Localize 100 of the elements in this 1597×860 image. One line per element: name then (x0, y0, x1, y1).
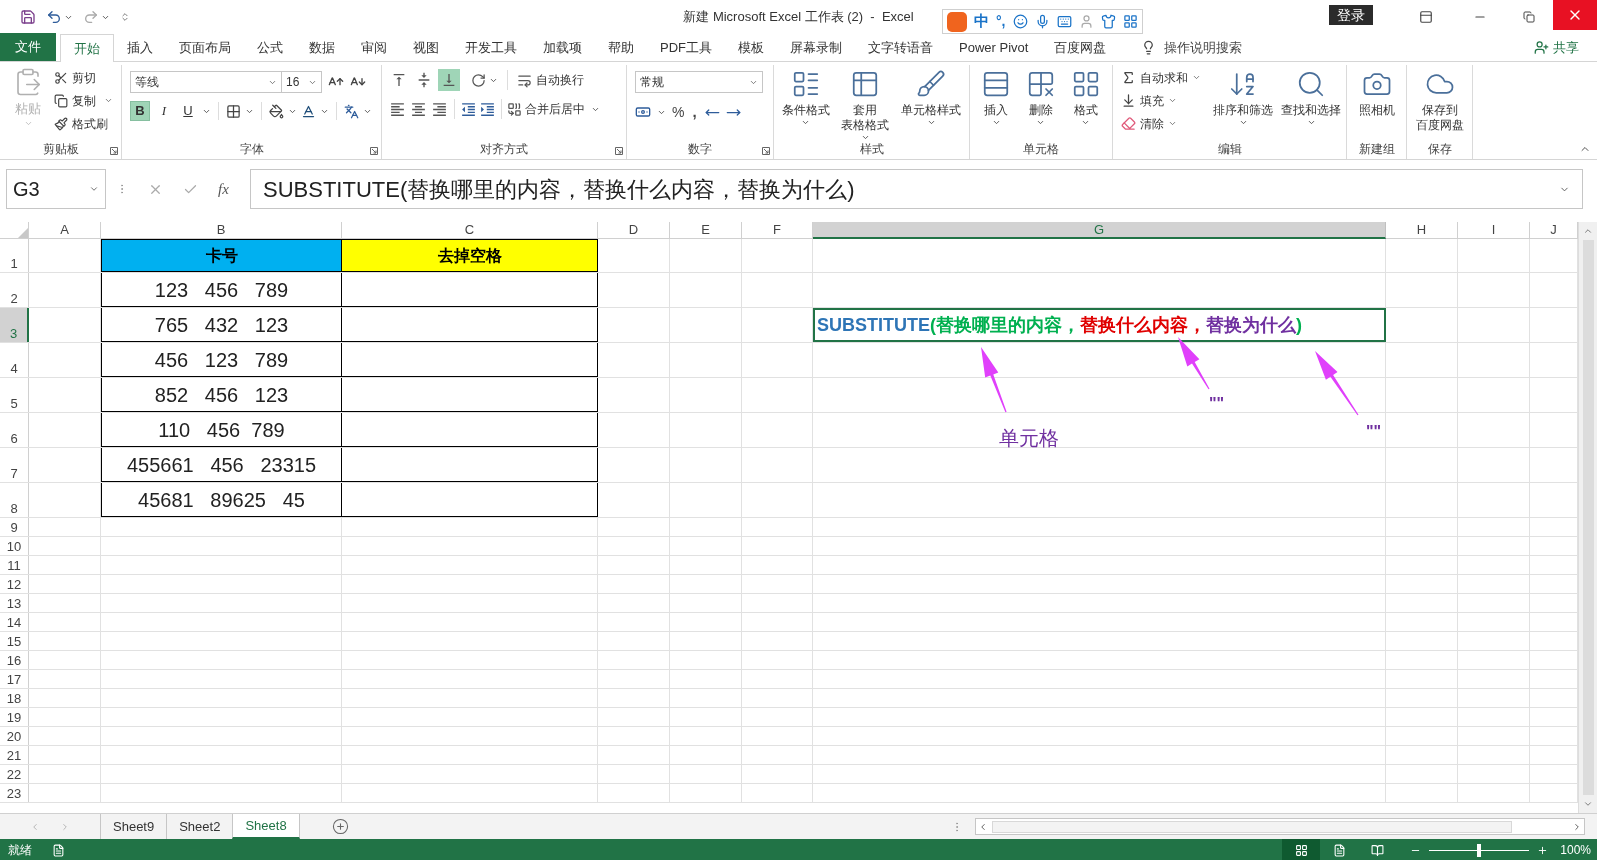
shirt-icon[interactable] (1100, 14, 1116, 29)
cells-button[interactable]: 插入 (977, 65, 1016, 143)
ime-mode-button[interactable]: 中 (974, 10, 989, 33)
insert-function-button[interactable]: fx (218, 177, 229, 201)
font-name-field[interactable]: 等线 (130, 71, 282, 93)
ribbon-tab[interactable]: 公式 (244, 34, 296, 61)
sheet-tab[interactable]: Sheet8 (232, 814, 300, 839)
column-header[interactable]: F (742, 222, 813, 239)
column-header[interactable]: G (813, 222, 1386, 239)
add-sheet-icon[interactable] (331, 818, 349, 835)
font-style-button[interactable]: I (154, 101, 174, 121)
name-box[interactable]: G3 (6, 169, 106, 209)
borders-icon[interactable] (226, 103, 241, 119)
orientation-icon[interactable] (471, 72, 486, 88)
keyboard-icon[interactable] (1056, 14, 1072, 29)
save-to-cloud-button[interactable]: 保存到 百度网盘 (1411, 65, 1468, 143)
column-header[interactable]: I (1458, 222, 1530, 239)
sign-in-button[interactable]: 登录 (1329, 5, 1373, 25)
decrease-indent-icon[interactable] (460, 100, 477, 118)
increase-indent-icon[interactable] (479, 100, 496, 118)
ribbon-tab[interactable]: 文字转语音 (855, 34, 946, 61)
share-button[interactable]: 共享 (1534, 34, 1579, 61)
camera-button[interactable]: 照相机 (1354, 65, 1399, 143)
ribbon-tab[interactable]: PDF工具 (647, 34, 725, 61)
dialog-launcher-icon[interactable] (110, 147, 118, 155)
zoom-level[interactable]: 100% (1560, 841, 1591, 859)
zoom-in-icon[interactable] (1537, 844, 1549, 856)
smiley-icon[interactable] (1012, 14, 1028, 29)
number-format-field[interactable]: 常规 (635, 71, 763, 93)
search-hint[interactable]: 操作说明搜索 (1164, 37, 1243, 58)
editing-button[interactable]: 填充 (1121, 90, 1209, 111)
dialog-launcher-icon[interactable] (762, 147, 770, 155)
phonetic-icon[interactable] (344, 103, 359, 119)
fill-color-icon[interactable] (269, 103, 284, 119)
ribbon-tab[interactable]: 插入 (114, 34, 166, 61)
merge-center-button[interactable]: 合并后居中 (507, 100, 600, 118)
file-tab[interactable]: 文件 (0, 33, 56, 61)
column-header[interactable]: A (29, 222, 101, 239)
column-header[interactable]: E (670, 222, 742, 239)
active-cell[interactable]: SUBSTITUTE(替换哪里的内容，替换什么内容，替换为什么) (813, 308, 1386, 342)
vertical-scrollbar[interactable] (1578, 222, 1597, 813)
column-header[interactable]: B (101, 222, 342, 239)
cells-button[interactable]: 删除 (1022, 65, 1060, 143)
macro-recording-icon[interactable] (52, 843, 65, 857)
annotation-label: "" (1366, 422, 1382, 442)
clipboard-button[interactable]: 复制 (54, 90, 113, 111)
column-header[interactable]: D (598, 222, 670, 239)
dialog-launcher-icon[interactable] (615, 147, 623, 155)
scroll-left-icon[interactable] (978, 821, 988, 832)
ribbon-tab[interactable]: 视图 (400, 34, 452, 61)
ime-punctuation-button[interactable]: °, (996, 11, 1006, 32)
comma-button[interactable]: , (690, 101, 699, 124)
zoom-slider-thumb[interactable] (1477, 843, 1482, 857)
align-left-icon[interactable] (389, 100, 406, 118)
ribbon-tab[interactable]: Power Pivot (946, 34, 1042, 61)
ribbon-tab[interactable]: 开发工具 (452, 34, 530, 61)
ribbon-display-options-icon[interactable] (1419, 10, 1433, 24)
ribbon-tab[interactable]: 页面布局 (166, 34, 244, 61)
ribbon-tab[interactable]: 审阅 (348, 34, 400, 61)
align-center-icon[interactable] (410, 100, 427, 118)
ribbon-tab[interactable]: 屏幕录制 (777, 34, 855, 61)
font-style-button[interactable]: B (130, 101, 150, 121)
clipboard-button[interactable]: 剪切 (54, 67, 113, 88)
font-style-button[interactable]: U (178, 101, 198, 121)
align-right-icon[interactable] (431, 100, 448, 118)
ribbon-tab[interactable]: 模板 (725, 34, 777, 61)
row-header[interactable]: 3 (0, 308, 29, 342)
column-header[interactable]: H (1386, 222, 1458, 239)
column-header[interactable]: J (1530, 222, 1578, 239)
formula-field[interactable]: SUBSTITUTE(替换哪里的内容，替换什么内容，替换为什么) (250, 169, 1583, 209)
editing-button[interactable]: 清除 (1121, 113, 1209, 134)
style-button[interactable]: 单元格样式 (897, 65, 966, 143)
column-header[interactable]: C (342, 222, 598, 239)
style-button[interactable]: 条件格式 (777, 65, 834, 143)
save-icon[interactable] (20, 9, 36, 25)
clipboard-button[interactable]: 格式刷 (54, 113, 113, 134)
ribbon-tab[interactable]: 开始 (60, 34, 114, 62)
percent-button[interactable]: % (672, 101, 685, 123)
grid-icon[interactable] (1122, 14, 1138, 29)
editing-button[interactable]: 自动求和 (1121, 67, 1209, 88)
scroll-right-icon[interactable] (1572, 821, 1582, 832)
vertical-align-button[interactable] (438, 69, 460, 91)
undo-icon[interactable] (46, 9, 62, 25)
view-button[interactable] (1282, 839, 1321, 860)
font-size-field[interactable]: 16 (282, 71, 322, 93)
editing-button[interactable]: 查找和选择 (1277, 65, 1345, 143)
ribbon-tab[interactable]: 加载项 (530, 34, 595, 61)
style-button[interactable]: 套用 表格格式 (837, 65, 894, 143)
ribbon-tab[interactable]: 数据 (296, 34, 348, 61)
dialog-launcher-icon[interactable] (370, 147, 378, 155)
editing-button[interactable]: 排序和筛选 (1209, 65, 1277, 143)
wrap-text-button[interactable]: 自动换行 (517, 71, 584, 89)
microphone-icon[interactable] (1034, 14, 1050, 29)
scrollbar-thumb[interactable] (992, 820, 1512, 833)
horizontal-scrollbar[interactable] (975, 818, 1585, 835)
ribbon-tab[interactable]: 帮助 (595, 34, 647, 61)
ribbon-tab[interactable]: 百度网盘 (1041, 34, 1120, 61)
restore-icon[interactable] (1523, 11, 1535, 23)
cells-button[interactable]: 格式 (1066, 65, 1105, 143)
font-color-icon[interactable] (301, 103, 316, 119)
